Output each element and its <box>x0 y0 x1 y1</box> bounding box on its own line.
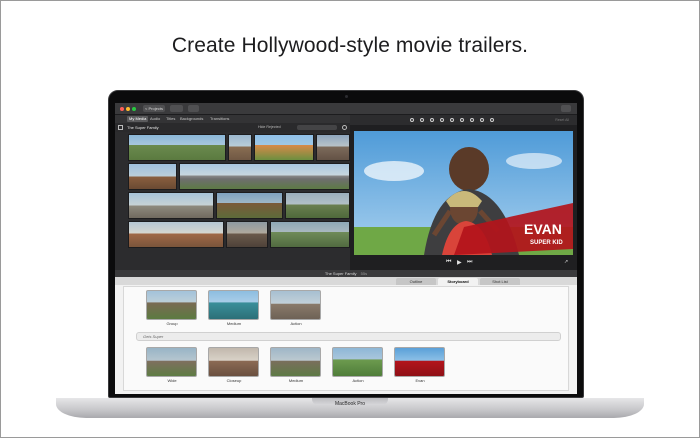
skip-back-icon[interactable]: ⏮ <box>446 259 451 266</box>
clip-grid <box>128 134 350 270</box>
imovie-window: < Projects My Media Audio Titles Backgro… <box>115 103 577 394</box>
search-input[interactable] <box>297 125 337 130</box>
tab-backgrounds[interactable]: Backgrounds <box>178 116 205 122</box>
video-clip[interactable] <box>228 134 252 161</box>
video-clip[interactable] <box>216 192 283 219</box>
browser-tabs: My Media Audio Titles Backgrounds Transi… <box>115 115 350 123</box>
shot-label: Group <box>166 321 178 326</box>
shot-label: Action <box>352 378 364 383</box>
reset-all-button[interactable]: Reset All <box>555 117 569 123</box>
browser-header: The Super Family Hide Rejected <box>115 123 350 132</box>
camera-dot <box>345 95 348 98</box>
storyboard-shot[interactable] <box>270 290 321 320</box>
tab-transitions[interactable]: Transitions <box>208 116 231 122</box>
tab-shot-list[interactable]: Shot List <box>480 278 520 285</box>
info-icon[interactable] <box>490 118 494 122</box>
project-header: The Super Family 55s <box>115 270 577 277</box>
trailer-tabs: Outline Storyboard Shot List <box>115 277 577 285</box>
filter-menu[interactable]: Hide Rejected <box>258 124 281 131</box>
minimize-button[interactable] <box>126 107 130 111</box>
fullscreen-icon[interactable]: ↗ <box>564 259 568 265</box>
section-title-field[interactable]: Gets Super <box>136 332 561 341</box>
video-clip[interactable] <box>254 134 314 161</box>
shot-label: Medium <box>226 321 242 326</box>
library-toggle-button[interactable] <box>170 105 183 112</box>
video-clip[interactable] <box>270 221 350 248</box>
shot-label: Closeup <box>226 378 242 383</box>
volume-icon[interactable] <box>450 118 454 122</box>
gear-icon[interactable] <box>342 125 347 130</box>
crop-icon[interactable] <box>430 118 434 122</box>
device-label: MacBook Pro <box>334 401 365 407</box>
title-overlay-sub: SUPER KID <box>530 240 563 246</box>
storyboard-shot[interactable] <box>208 347 259 377</box>
storyboard-shot[interactable] <box>146 347 197 377</box>
laptop-lid: < Projects My Media Audio Titles Backgro… <box>108 90 584 398</box>
tab-my-media[interactable]: My Media <box>127 116 149 122</box>
event-title: The Super Family <box>127 125 159 130</box>
tab-outline[interactable]: Outline <box>396 278 436 285</box>
sidebar-toggle-icon[interactable] <box>118 125 123 130</box>
projects-button[interactable]: < Projects <box>143 105 165 112</box>
close-button[interactable] <box>120 107 124 111</box>
storyboard-shot[interactable] <box>332 347 383 377</box>
video-clip[interactable] <box>128 192 214 219</box>
tab-storyboard[interactable]: Storyboard <box>438 278 478 285</box>
headline: Create Hollywood-style movie trailers. <box>171 34 529 57</box>
video-preview: EVAN SUPER KID <box>354 131 573 255</box>
title-overlay-main: EVAN <box>524 221 562 237</box>
filter-icon[interactable] <box>480 118 484 122</box>
preview-frame-image: EVAN SUPER KID <box>354 131 573 255</box>
skip-forward-icon[interactable]: ⏭ <box>467 259 472 266</box>
stabilization-icon[interactable] <box>440 118 444 122</box>
trailer-editor: Outline Storyboard Shot List Group Mediu… <box>115 277 577 394</box>
video-clip[interactable] <box>128 221 224 248</box>
video-clip[interactable] <box>226 221 268 248</box>
video-clip[interactable] <box>316 134 350 161</box>
project-duration: 55s <box>360 271 368 276</box>
video-clip[interactable] <box>128 163 177 190</box>
video-clip[interactable] <box>285 192 350 219</box>
shot-label: Medium <box>288 378 304 383</box>
video-clip[interactable] <box>179 163 350 190</box>
speed-icon[interactable] <box>470 118 474 122</box>
storyboard-shot[interactable] <box>394 347 445 377</box>
zoom-button[interactable] <box>132 107 136 111</box>
window-toolbar: < Projects <box>115 103 577 115</box>
viewer-panel: Reset All EVAN SUPER KID ⏮ ▶ ⏭ ↗ <box>350 115 577 270</box>
media-browser: My Media Audio Titles Backgrounds Transi… <box>115 115 350 270</box>
share-button[interactable] <box>561 105 571 112</box>
storyboard-shot[interactable] <box>208 290 259 320</box>
noise-reduction-icon[interactable] <box>460 118 464 122</box>
storyboard-shot[interactable] <box>270 347 321 377</box>
shot-label: Action <box>290 321 302 326</box>
play-icon[interactable]: ▶ <box>457 259 462 266</box>
storyboard-shot[interactable] <box>146 290 197 320</box>
shot-label: Wide <box>167 378 177 383</box>
tab-titles[interactable]: Titles <box>164 116 177 122</box>
viewer-tools: Reset All <box>350 115 577 125</box>
project-title: The Super Family <box>324 271 357 276</box>
playback-controls: ⏮ ▶ ⏭ ↗ <box>350 258 577 268</box>
color-balance-icon[interactable] <box>410 118 414 122</box>
storyboard-area: Group Medium Action Gets Super Wide Clos… <box>123 286 569 391</box>
video-clip[interactable] <box>128 134 226 161</box>
tab-audio[interactable]: Audio <box>148 116 162 122</box>
shot-label: Evan <box>415 378 425 383</box>
import-button[interactable] <box>188 105 199 112</box>
color-correction-icon[interactable] <box>420 118 424 122</box>
